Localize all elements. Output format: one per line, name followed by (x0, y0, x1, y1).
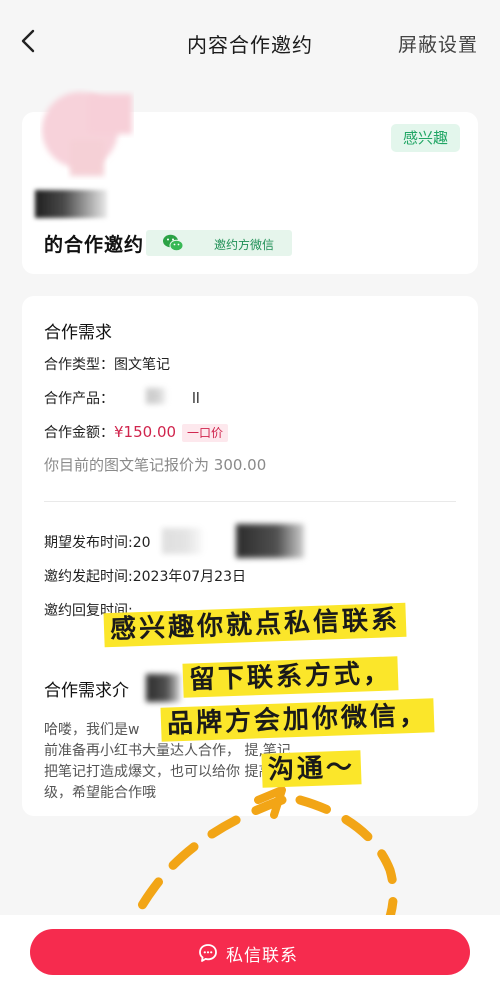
direct-message-label: 私信联系 (226, 946, 298, 966)
dashed-arrow-icon (115, 786, 398, 980)
chat-bubble-icon (199, 944, 217, 962)
annotation-overlay: 感兴趣你就点私信联系 留下联系方式， 品牌方会加你微信， 沟通～ (0, 0, 500, 985)
bottom-action-bar: 私信联系 (0, 915, 500, 985)
annotation-line-4: 沟通～ (261, 750, 362, 788)
direct-message-button[interactable]: 私信联系 (30, 929, 470, 975)
